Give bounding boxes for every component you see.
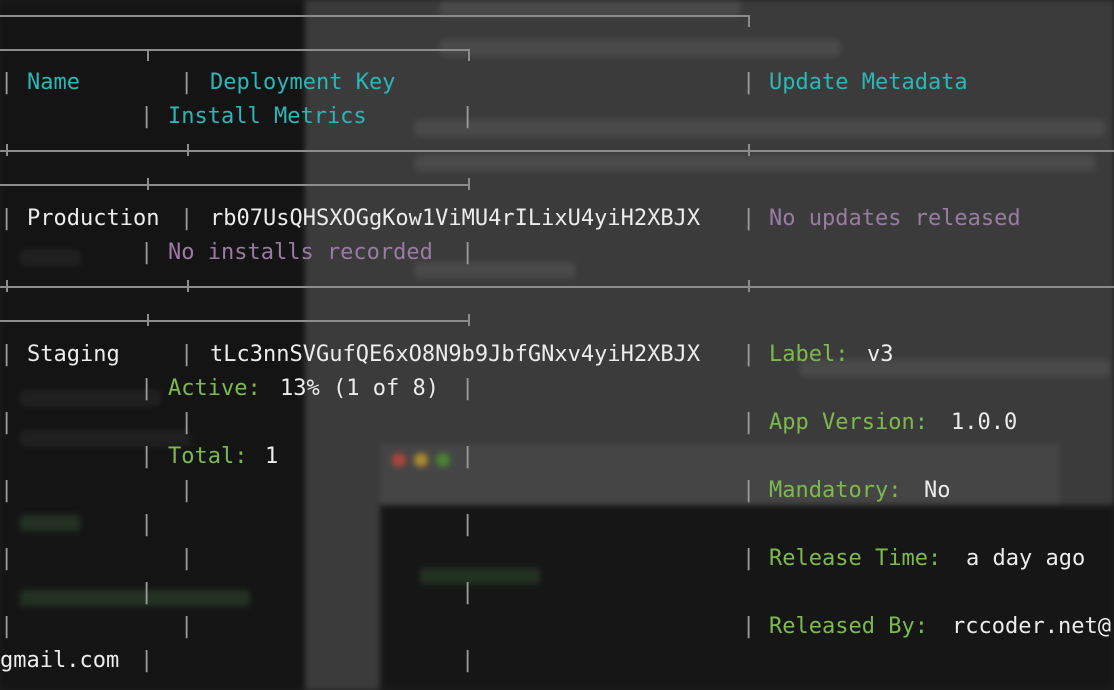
column-header-update-metadata: Update Metadata — [769, 70, 968, 95]
column-separator: | — [140, 512, 154, 537]
table-junction — [187, 280, 189, 292]
table-junction — [6, 144, 8, 156]
metadata-released-by-value-wrap: gmail.com — [0, 648, 120, 673]
table-junction — [468, 178, 470, 190]
column-separator: | — [180, 342, 194, 367]
column-separator: | — [461, 580, 475, 605]
deployment-key-production[interactable]: rb07UsQHSXOGgKow1ViMU4rILixU4yiH2XBJX — [210, 206, 700, 232]
column-header-name: Name — [27, 70, 80, 95]
metadata-app-version-key: App Version: — [769, 410, 928, 435]
column-separator: | — [180, 410, 194, 435]
column-separator: | — [461, 512, 475, 537]
column-separator: | — [180, 546, 194, 571]
column-separator: | — [742, 546, 756, 571]
deployment-key-staging[interactable]: tLc3nnSVGufQE6xO8N9b9JbfGNxv4yiH2XBJX — [210, 342, 700, 368]
column-separator: | — [742, 478, 756, 503]
column-separator: | — [461, 376, 475, 401]
metadata-mandatory-key: Mandatory: — [769, 478, 902, 503]
table-border — [0, 49, 470, 51]
table-border-header — [0, 150, 1114, 152]
table-junction — [748, 15, 750, 27]
column-separator: | — [140, 648, 154, 673]
column-separator: | — [0, 342, 14, 367]
metrics-active-key: Active: — [168, 376, 261, 401]
column-separator: | — [180, 206, 194, 231]
metadata-mandatory-value: No — [924, 478, 951, 503]
table-junction — [468, 49, 470, 61]
column-separator: | — [0, 478, 14, 503]
deployment-name-staging: Staging — [27, 342, 120, 367]
column-separator: | — [0, 70, 14, 95]
column-separator: | — [140, 104, 154, 129]
column-separator: | — [461, 444, 475, 469]
table-junction — [468, 314, 470, 326]
column-separator: | — [140, 376, 154, 401]
metadata-label-value: v3 — [867, 342, 894, 367]
column-separator: | — [140, 444, 154, 469]
column-separator: | — [0, 410, 14, 435]
table-border-top — [0, 15, 750, 17]
column-separator: | — [0, 546, 14, 571]
update-metadata-production: No updates released — [769, 206, 1021, 231]
install-metrics-production: No installs recorded — [168, 240, 433, 265]
table-junction — [187, 144, 189, 156]
column-separator: | — [742, 410, 756, 435]
table-junction — [748, 144, 750, 156]
metrics-total-key: Total: — [168, 444, 248, 469]
metadata-label-key: Label: — [769, 342, 849, 367]
metadata-app-version-value: 1.0.0 — [951, 410, 1018, 435]
column-separator: | — [742, 70, 756, 95]
table-junction — [147, 314, 149, 326]
column-separator: | — [742, 206, 756, 231]
metadata-released-by-value: rccoder.net@ — [952, 614, 1111, 639]
table-border — [0, 320, 470, 322]
metrics-active-value: 13% (1 of 8) — [280, 376, 439, 401]
table-junction — [147, 178, 149, 190]
column-separator: | — [180, 614, 194, 639]
column-header-install-metrics: Install Metrics — [168, 104, 367, 129]
metadata-release-time-value: a day ago — [966, 546, 1086, 571]
table-junction — [6, 280, 8, 292]
column-separator: | — [461, 648, 475, 673]
terminal-output: | Name | Deployment Key | Update Metadat… — [0, 0, 1114, 690]
column-separator: | — [461, 104, 475, 129]
table-junction — [748, 280, 750, 292]
metrics-total-value: 1 — [265, 444, 279, 469]
column-header-deployment-key: Deployment Key — [210, 70, 396, 95]
column-separator: | — [0, 206, 14, 231]
table-border-row — [0, 286, 1114, 288]
table-junction — [147, 49, 149, 61]
column-separator: | — [742, 614, 756, 639]
column-separator: | — [140, 240, 154, 265]
column-separator: | — [180, 70, 194, 95]
metadata-release-time-key: Release Time: — [769, 546, 942, 571]
column-separator: | — [0, 614, 14, 639]
column-separator: | — [140, 580, 154, 605]
metadata-released-by-key: Released By: — [769, 614, 928, 639]
column-separator: | — [461, 240, 475, 265]
deployment-name-production: Production — [27, 206, 160, 231]
column-separator: | — [742, 342, 756, 367]
column-separator: | — [180, 478, 194, 503]
table-border — [0, 184, 470, 186]
